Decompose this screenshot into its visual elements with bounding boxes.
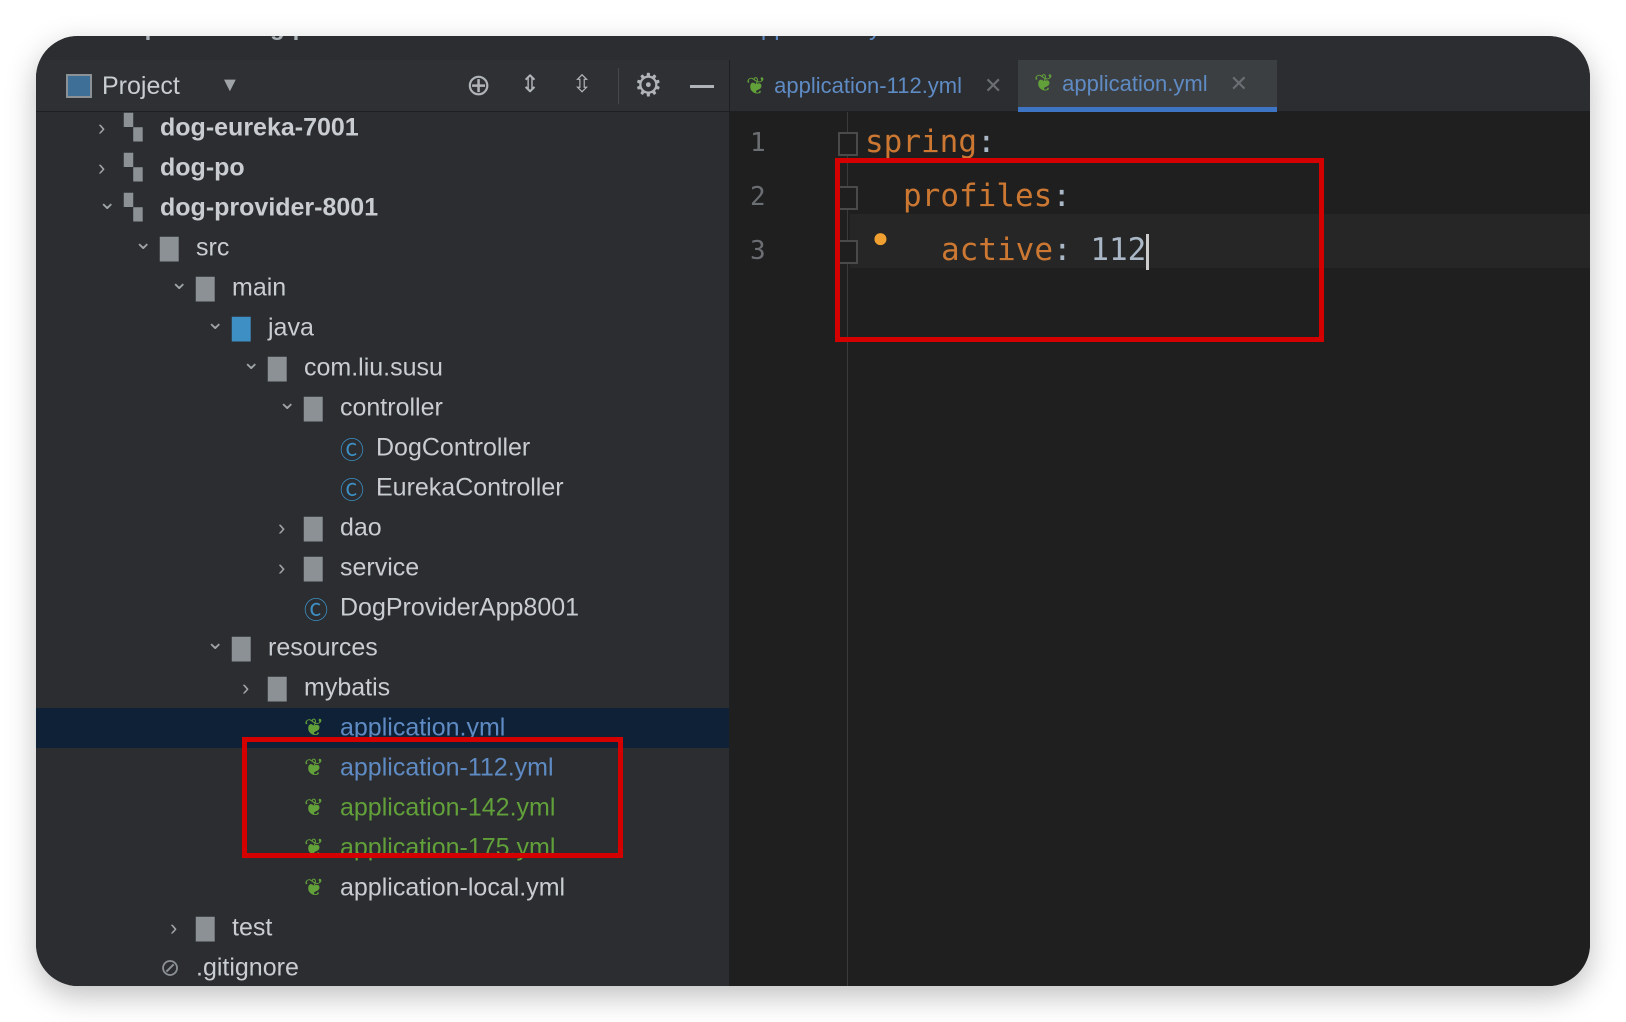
tree-item-label: DogController [376,433,531,462]
gear-icon[interactable]: ⚙ [634,66,663,104]
chevron-down-icon[interactable]: ⌄ [134,229,152,255]
editor-tabs: ❦ application-112.yml ✕ ❦ application.ym… [729,60,1590,112]
tree-item[interactable]: ❦ application-local.yml [36,868,729,908]
tree-item-label: application-local.yml [340,873,566,902]
tree-item[interactable]: ⌄ ▇ main [36,268,729,308]
package-icon: ▇ [304,514,323,542]
tree-item[interactable]: Ⓒ EurekaController [36,468,729,508]
spring-boot-class-icon: Ⓒ [304,597,328,625]
chevron-down-icon[interactable]: ⌄ [278,389,296,415]
code-editor[interactable]: 1 spring: 2 profiles: 3 active: 112 ● [729,112,1590,986]
chevron-down-icon[interactable]: ▼ [220,74,240,97]
close-icon[interactable]: ✕ [1230,71,1248,97]
line-number: 1 [750,128,766,158]
package-icon: ▇ [304,554,323,582]
yaml-key: spring [865,124,977,160]
chevron-down-icon[interactable]: ⌄ [206,309,224,335]
tree-item[interactable]: ⊘ .gitignore [36,948,729,986]
folder-icon: ▇ [196,914,215,942]
ide-window: g-cloud-parent/dog-provider-8001/src/mai… [36,36,1590,986]
tree-item-label: controller [340,393,443,422]
spring-yml-icon: ❦ [746,72,767,100]
chevron-right-icon[interactable]: › [278,555,285,581]
tree-item[interactable]: ⌄ ▇ controller [36,388,729,428]
divider [618,68,619,104]
chevron-right-icon[interactable]: › [242,675,249,701]
module-icon: ▚ [124,154,143,182]
chevron-down-icon[interactable]: ⌄ [206,629,224,655]
folder-icon: ▇ [268,674,287,702]
folder-icon: ▇ [160,234,179,262]
tree-item-label: .gitignore [196,953,299,982]
close-icon[interactable]: ✕ [984,73,1002,99]
tree-item-label: java [268,313,314,342]
tree-item[interactable]: ⌄ ▚ dog-provider-8001 [36,188,729,228]
tree-item-label: EurekaController [376,473,564,502]
tree-item-label: com.liu.susu [304,353,443,382]
tree-item[interactable]: › ▚ dog-po [36,148,729,188]
tree-item-label: resources [268,633,378,662]
folder-icon: ▇ [196,274,215,302]
chevron-right-icon[interactable]: › [98,155,105,181]
module-icon: ▚ [124,194,143,222]
breadcrumb: g-cloud-parent/dog-provider-8001/src/mai… [36,36,1590,60]
source-folder-icon: ▇ [232,314,251,342]
module-icon: ▚ [124,114,143,142]
expand-all-icon[interactable]: ⇕ [520,70,540,99]
yaml-colon: : [976,124,996,160]
code-line[interactable]: spring: [865,124,996,160]
tree-item[interactable]: ⌄ ▇ resources [36,628,729,668]
tree-item-label: main [232,273,287,302]
chevron-right-icon[interactable]: › [98,115,105,141]
tree-item-label: src [196,233,230,262]
tree-item[interactable]: › ▇ test [36,908,729,948]
class-icon: Ⓒ [340,437,364,465]
tab-application-yml[interactable]: ❦ application.yml ✕ [1018,60,1277,112]
tree-item[interactable]: › ▇ dao [36,508,729,548]
tree-item-label: DogProviderApp8001 [340,593,580,622]
tree-item-label: dog-po [160,153,245,182]
package-icon: ▇ [304,394,323,422]
tree-item-label: dao [340,513,382,542]
minimize-icon[interactable] [690,85,714,88]
tab-label: application-112.yml [774,73,963,98]
tree-item[interactable]: ⌄ ▇ java [36,308,729,348]
fold-marker-icon[interactable] [838,132,858,156]
project-toolbar: Project ▼ ⊕ ⇕ ⇳ ⚙ [36,60,729,112]
tree-item[interactable]: › ▚ dog-eureka-7001 [36,108,729,148]
tree-item-label: mybatis [304,673,391,702]
chevron-right-icon[interactable]: › [170,915,177,941]
project-label[interactable]: Project [102,72,180,101]
project-view-icon [66,74,92,98]
tree-item[interactable]: › ▇ service [36,548,729,588]
class-icon: Ⓒ [340,477,364,505]
tab-application-112-yml[interactable]: ❦ application-112.yml ✕ [730,60,1018,112]
tree-item-label: dog-eureka-7001 [160,113,359,142]
chevron-down-icon[interactable]: ⌄ [170,269,188,295]
tree-item-label: dog-provider-8001 [160,193,379,222]
tree-item[interactable]: ⌄ ▇ com.liu.susu [36,348,729,388]
line-number: 2 [750,182,766,212]
spring-yml-icon: ❦ [304,874,325,902]
chevron-down-icon[interactable]: ⌄ [98,189,116,215]
locate-icon[interactable]: ⊕ [466,68,491,103]
tree-item[interactable]: › ▇ mybatis [36,668,729,708]
collapse-all-icon[interactable]: ⇳ [572,70,592,99]
chevron-right-icon[interactable]: › [278,515,285,541]
tree-item-label: test [232,913,273,942]
package-icon: ▇ [268,354,287,382]
ignore-file-icon: ⊘ [160,954,181,982]
chevron-down-icon[interactable]: ⌄ [242,349,260,375]
highlight-box [835,158,1324,342]
highlight-box [242,737,623,858]
spring-yml-icon: ❦ [1034,70,1055,97]
tree-item[interactable]: Ⓒ DogProviderApp8001 [36,588,729,628]
resources-folder-icon: ▇ [232,634,251,662]
tree-item-label: service [340,553,420,582]
tree-item[interactable]: Ⓒ DogController [36,428,729,468]
line-number: 3 [750,236,766,266]
tree-item[interactable]: ⌄ ▇ src [36,228,729,268]
tab-label: application.yml [1062,70,1208,96]
